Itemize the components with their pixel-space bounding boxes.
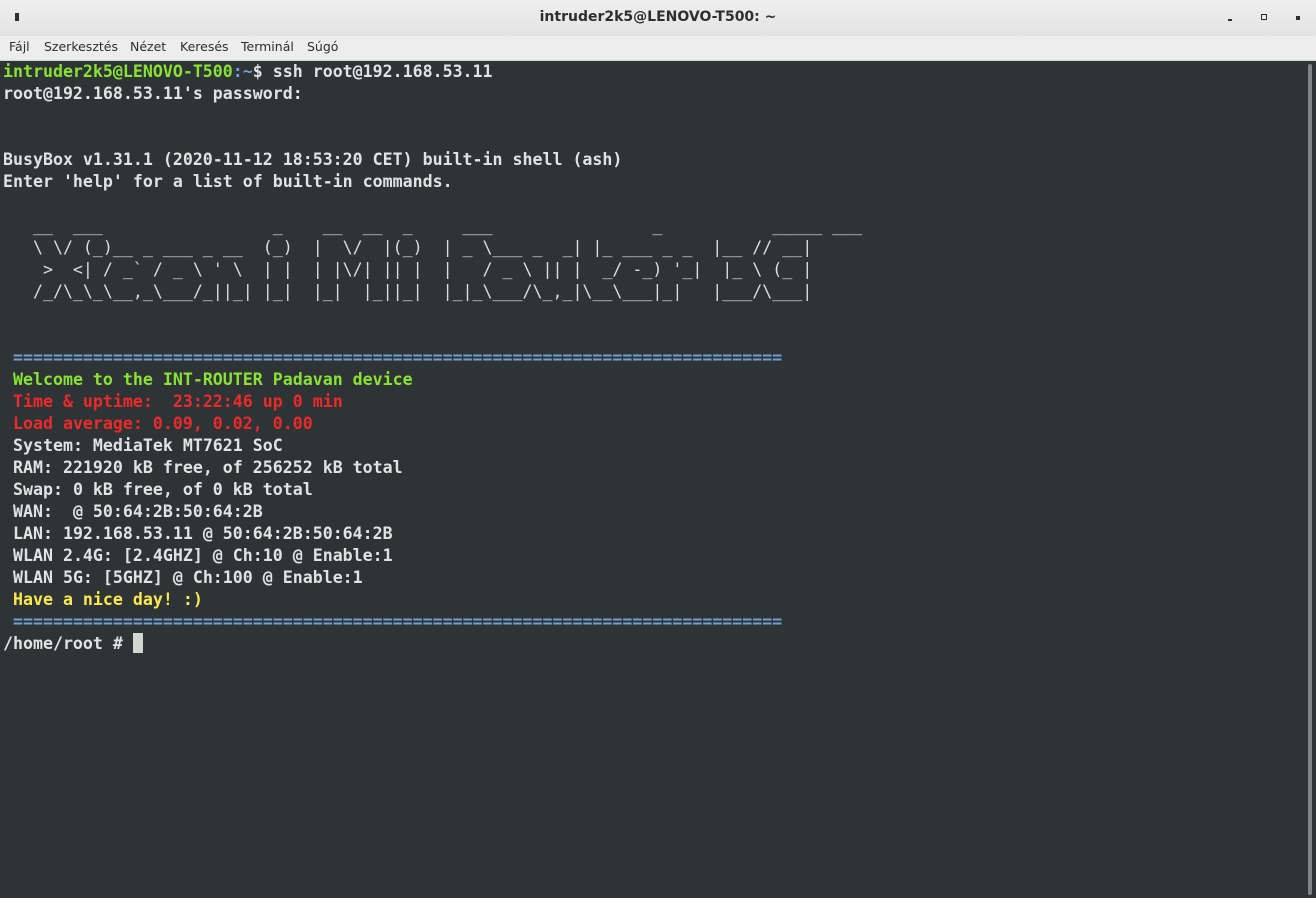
terminal-window: intruder2k5@LENOVO-T500: ~ Fájl Szerkesz… [0,0,1316,898]
title-bar[interactable]: intruder2k5@LENOVO-T500: ~ [0,0,1316,37]
ascii-art-line: /_/\_\_\__,_\___/_||_| |_| |_| |_||_| |_… [3,282,813,301]
ascii-art-line: \ \/ (_)__ _ ___ _ __ (_) | \/ |(_) | _ … [3,238,813,257]
minimize-button[interactable] [1221,9,1239,27]
menu-help[interactable]: Súgó [307,39,338,54]
uptime-line: Time & uptime: 23:22:46 up 0 min [13,392,343,411]
menu-bar: Fájl Szerkesztés Nézet Keresés Terminál … [0,36,1316,61]
system-line: System: MediaTek MT7621 SoC [13,436,283,455]
busybox-line: BusyBox v1.31.1 (2020-11-12 18:53:20 CET… [3,150,623,169]
text-cursor [132,633,143,653]
root-prompt: /home/root # [3,634,133,653]
welcome-line: Welcome to the INT-ROUTER Padavan device [13,370,413,389]
menu-file[interactable]: Fájl [9,39,30,54]
nice-day-line: Have a nice day! :) [13,590,203,609]
scrollbar-thumb[interactable] [1308,64,1312,895]
ram-line: RAM: 221920 kB free, of 256252 kB total [13,458,403,477]
prompt-path: :~ [232,62,253,81]
menu-view[interactable]: Nézet [130,39,166,54]
root-prompt-line[interactable]: /home/root # [3,633,143,655]
separator-top: ========================================… [13,348,783,367]
close-button[interactable] [1289,9,1307,27]
swap-line: Swap: 0 kB free, of 0 kB total [13,480,313,499]
window-title: intruder2k5@LENOVO-T500: ~ [539,9,777,25]
menu-search[interactable]: Keresés [180,39,229,54]
ascii-art-line: > <| / _` / _ \ ' \ | | | |\/| || | | / … [3,260,813,279]
ssh-command-line: intruder2k5@LENOVO-T500:~$ ssh root@192.… [3,61,493,83]
separator-bottom: ========================================… [13,612,783,631]
wlan24-line: WLAN 2.4G: [2.4GHZ] @ Ch:10 @ Enable:1 [13,546,393,565]
ascii-art-line: __ ___ _ __ __ _ ___ _ _____ ___ [3,216,863,235]
lan-line: LAN: 192.168.53.11 @ 50:64:2B:50:64:2B [13,524,393,543]
prompt-command: $ ssh root@192.168.53.11 [252,62,493,81]
menu-terminal[interactable]: Terminál [241,39,294,54]
help-line: Enter 'help' for a list of built-in comm… [3,172,453,191]
maximize-button[interactable] [1255,9,1273,27]
load-line: Load average: 0.09, 0.02, 0.00 [13,414,313,433]
terminal-scrollbar[interactable] [1303,61,1316,898]
terminal-output[interactable]: intruder2k5@LENOVO-T500:~$ ssh root@192.… [0,61,1303,898]
password-line: root@192.168.53.11's password: [3,84,303,103]
wlan5-line: WLAN 5G: [5GHZ] @ Ch:100 @ Enable:1 [13,568,363,587]
prompt-user: intruder2k5@LENOVO-T500 [3,62,233,81]
wan-line: WAN: @ 50:64:2B:50:64:2B [13,502,263,521]
menu-edit[interactable]: Szerkesztés [44,39,118,54]
